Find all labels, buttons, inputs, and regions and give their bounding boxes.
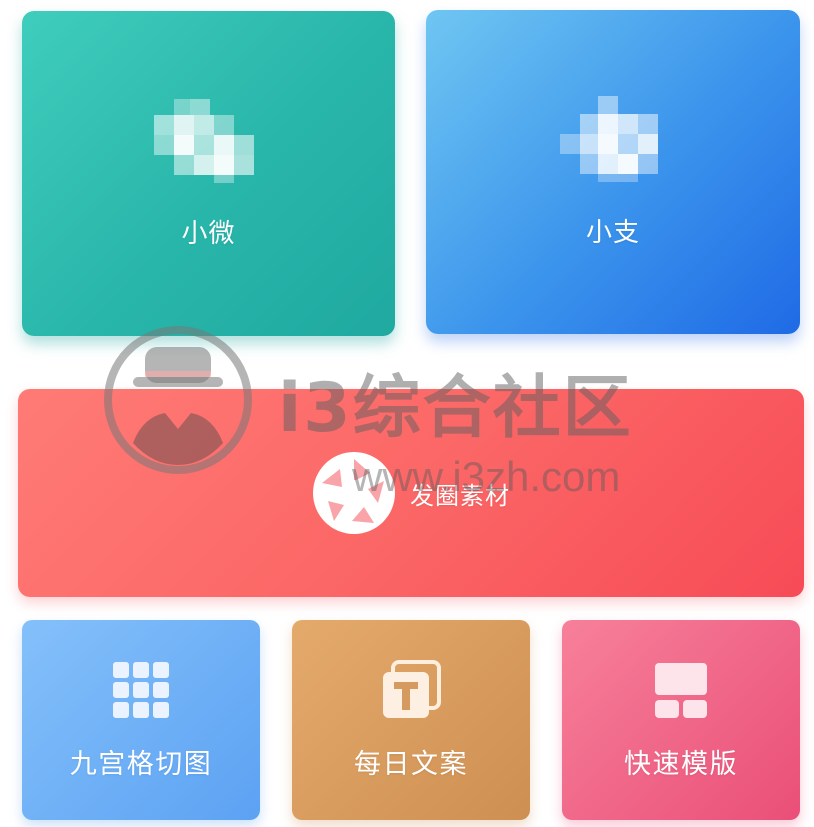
quick-template-label: 快速模版 bbox=[624, 748, 738, 780]
moments-material-label: 发圈素材 bbox=[410, 481, 510, 510]
alipay-icon bbox=[560, 95, 658, 182]
grid-cut-label: 九宫格切图 bbox=[69, 748, 213, 780]
quick-template-card[interactable]: 快速模版 bbox=[562, 620, 800, 820]
alipay-label: 小支 bbox=[585, 217, 640, 248]
moments-material-card[interactable]: 发圈素材 bbox=[18, 389, 804, 597]
wechat-card[interactable]: 小微 bbox=[22, 11, 395, 336]
grid-icon bbox=[113, 661, 169, 718]
template-layout-icon bbox=[655, 662, 707, 718]
text-document-icon bbox=[383, 659, 441, 718]
daily-copy-card[interactable]: 每日文案 bbox=[292, 620, 530, 820]
wechat-icon bbox=[153, 99, 254, 183]
grid-cut-card[interactable]: 九宫格切图 bbox=[22, 620, 260, 820]
wechat-label: 小微 bbox=[181, 219, 236, 249]
alipay-card[interactable]: 小支 bbox=[426, 10, 800, 334]
camera-shutter-icon bbox=[313, 452, 395, 534]
daily-copy-label: 每日文案 bbox=[354, 748, 468, 780]
